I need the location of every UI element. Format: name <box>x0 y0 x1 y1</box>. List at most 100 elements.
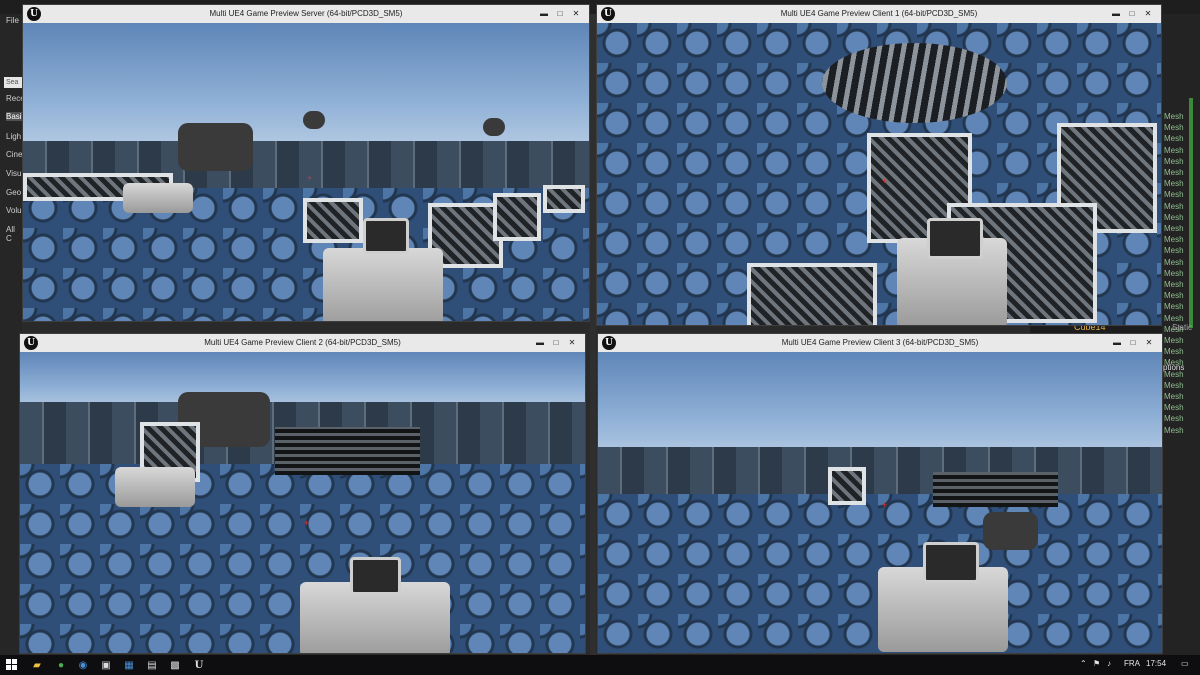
outliner-item[interactable]: Mesh <box>1164 269 1184 278</box>
weapon-sight <box>927 218 983 259</box>
crosshair-icon: + <box>882 176 888 186</box>
minimize-button[interactable]: ▬ <box>533 337 547 348</box>
outliner-scrollbar[interactable] <box>1189 98 1193 328</box>
store-icon[interactable]: ▦ <box>122 658 136 672</box>
weapon-sight <box>363 218 409 254</box>
crate <box>493 193 541 241</box>
arena-wall <box>598 447 1162 497</box>
outliner-item[interactable]: Mesh <box>1164 258 1184 267</box>
client1-window[interactable]: U Multi UE4 Game Preview Client 1 (64-bi… <box>596 4 1162 326</box>
outliner-item[interactable]: Mesh <box>1164 202 1184 211</box>
edge-icon[interactable]: ◉ <box>76 658 90 672</box>
crate <box>303 198 363 243</box>
category-geometry[interactable]: Geo <box>6 188 21 197</box>
outliner-item[interactable]: Mesh <box>1164 392 1184 401</box>
outliner-item[interactable]: Mesh <box>1164 302 1184 311</box>
sky <box>23 23 589 153</box>
weapon-sight <box>923 542 979 583</box>
windows-start-icon[interactable] <box>5 658 19 672</box>
network-icon[interactable]: ⚑ <box>1093 659 1100 668</box>
outliner-row-type: Static <box>1172 323 1193 332</box>
crosshair-icon: + <box>882 500 888 510</box>
maximize-button[interactable]: □ <box>1125 8 1139 19</box>
outliner-item[interactable]: Mesh <box>1164 179 1184 188</box>
crate <box>543 185 585 213</box>
outliner-item[interactable]: Mesh <box>1164 112 1184 121</box>
clock[interactable]: 17:54 <box>1146 659 1166 668</box>
outliner-item[interactable]: Mesh <box>1164 123 1184 132</box>
view-options-label[interactable]: ptions <box>1163 363 1184 372</box>
client2-window-title: Multi UE4 Game Preview Client 2 (64-bit/… <box>204 338 401 347</box>
outliner-item[interactable]: Mesh <box>1164 314 1184 323</box>
close-button[interactable]: ✕ <box>1142 337 1156 348</box>
category-lights[interactable]: Ligh <box>6 132 21 141</box>
client1-viewport[interactable]: + <box>597 23 1161 325</box>
category-cinematic[interactable]: Cine <box>6 150 22 159</box>
outliner-item[interactable]: Mesh <box>1164 190 1184 199</box>
client1-titlebar[interactable]: U Multi UE4 Game Preview Client 1 (64-bi… <box>597 5 1161 23</box>
outliner-item[interactable]: Mesh <box>1164 146 1184 155</box>
client2-viewport[interactable]: + <box>20 352 585 653</box>
maximize-button[interactable]: □ <box>549 337 563 348</box>
player-weapon <box>323 248 443 321</box>
outliner-item[interactable]: Mesh <box>1164 426 1184 435</box>
minimize-button[interactable]: ▬ <box>1110 337 1124 348</box>
outliner-item[interactable]: Mesh <box>1164 246 1184 255</box>
maximize-button[interactable]: □ <box>1126 337 1140 348</box>
weapon-sight <box>350 557 401 595</box>
outliner-item[interactable]: Mesh <box>1164 168 1184 177</box>
world-outliner-panel: Mesh Mesh Mesh Mesh Mesh Mesh Mesh Mesh Mesh Mesh… <box>1162 14 1200 655</box>
file-explorer-icon[interactable]: ▰ <box>30 658 44 672</box>
tray-arrow-icon[interactable]: ⌃ <box>1080 659 1087 668</box>
unreal-icon[interactable]: U <box>192 658 206 672</box>
minimize-button[interactable]: ▬ <box>1109 8 1123 19</box>
place-search-input[interactable]: Sea <box>4 77 22 88</box>
app-icon[interactable]: ▣ <box>99 658 113 672</box>
server-titlebar[interactable]: U Multi UE4 Game Preview Server (64-bit/… <box>23 5 589 23</box>
notifications-icon[interactable]: ▭ <box>1181 659 1189 668</box>
menu-file[interactable]: File <box>6 16 19 25</box>
client1-window-title: Multi UE4 Game Preview Client 1 (64-bit/… <box>780 9 978 18</box>
outliner-item[interactable]: Mesh <box>1164 336 1184 345</box>
client2-titlebar[interactable]: U Multi UE4 Game Preview Client 2 (64-bi… <box>20 334 585 352</box>
category-visual[interactable]: Visu <box>6 169 21 178</box>
volume-icon[interactable]: ♪ <box>1107 659 1111 668</box>
category-all-classes[interactable]: All C <box>6 225 22 243</box>
category-basic[interactable]: Basi <box>6 112 22 121</box>
folder-icon[interactable]: ▤ <box>145 658 159 672</box>
close-button[interactable]: ✕ <box>1141 8 1155 19</box>
language-indicator[interactable]: FRA <box>1124 659 1140 668</box>
outliner-item[interactable]: Mesh <box>1164 414 1184 423</box>
chrome-icon[interactable]: ● <box>54 658 68 672</box>
outliner-item[interactable]: Mesh <box>1164 157 1184 166</box>
client3-window[interactable]: U Multi UE4 Game Preview Client 3 (64-bi… <box>597 333 1163 654</box>
outliner-item[interactable]: Mesh <box>1164 213 1184 222</box>
outliner-item[interactable]: Mesh <box>1164 381 1184 390</box>
vr-headset-player <box>178 123 253 171</box>
crate <box>747 263 877 325</box>
outliner-item[interactable]: Mesh <box>1164 280 1184 289</box>
outliner-item[interactable]: Mesh <box>1164 291 1184 300</box>
outliner-item[interactable]: Mesh <box>1164 134 1184 143</box>
maximize-button[interactable]: □ <box>553 8 567 19</box>
crosshair-icon: + <box>304 518 310 528</box>
outliner-item[interactable]: Mesh <box>1164 347 1184 356</box>
floating-weapon <box>123 183 193 213</box>
client2-window[interactable]: U Multi UE4 Game Preview Client 2 (64-bi… <box>19 333 586 654</box>
client3-viewport[interactable]: + <box>598 352 1162 653</box>
close-button[interactable]: ✕ <box>565 337 579 348</box>
epic-icon[interactable]: ▩ <box>168 658 182 672</box>
outliner-item[interactable]: Mesh <box>1164 403 1184 412</box>
minimize-button[interactable]: ▬ <box>537 8 551 19</box>
server-viewport[interactable]: + <box>23 23 589 321</box>
category-volumes[interactable]: Volu <box>6 206 22 215</box>
client3-titlebar[interactable]: U Multi UE4 Game Preview Client 3 (64-bi… <box>598 334 1162 352</box>
sky <box>598 352 1162 462</box>
outliner-item[interactable]: Mesh <box>1164 224 1184 233</box>
round-platform <box>822 43 1007 123</box>
crosshair-icon: + <box>307 173 313 183</box>
outliner-item[interactable]: Mesh <box>1164 235 1184 244</box>
vr-headset-player <box>983 512 1038 550</box>
close-button[interactable]: ✕ <box>569 8 583 19</box>
server-window[interactable]: U Multi UE4 Game Preview Server (64-bit/… <box>22 4 590 322</box>
